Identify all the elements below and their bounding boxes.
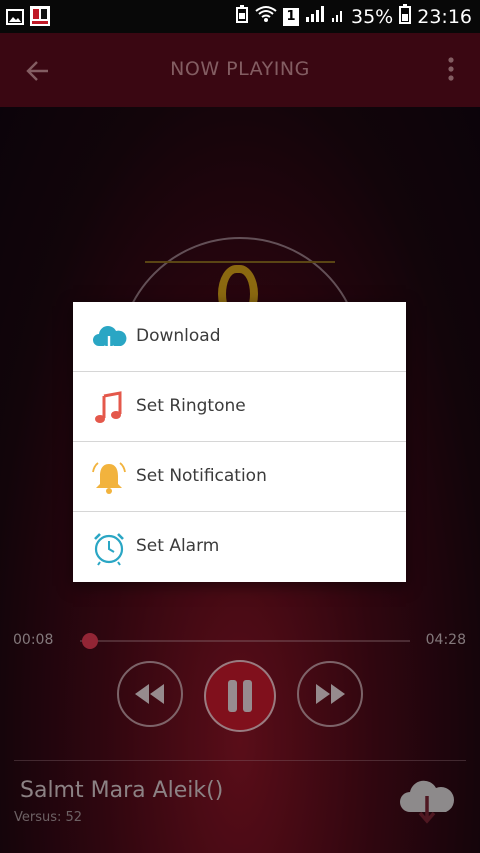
battery-saver-icon (235, 5, 249, 28)
wifi-icon (255, 5, 277, 28)
status-bar: 1 35% 23:16 (0, 0, 480, 33)
app-notification-icon (30, 6, 50, 31)
alarm-clock-icon (91, 530, 127, 566)
menu-item-set-notification[interactable]: Set Notification (73, 442, 406, 512)
sim-badge: 1 (283, 7, 299, 26)
cloud-download-icon (91, 320, 127, 356)
signal-icon (305, 5, 325, 28)
menu-item-label: Download (136, 326, 221, 346)
battery-percent: 35% (351, 5, 394, 28)
menu-item-label: Set Notification (136, 466, 267, 486)
menu-item-set-alarm[interactable]: Set Alarm (73, 512, 406, 582)
signal-secondary-icon (331, 5, 345, 28)
menu-item-label: Set Ringtone (136, 396, 246, 416)
menu-item-label: Set Alarm (136, 536, 220, 556)
music-note-icon (91, 390, 127, 426)
options-dialog: Download Set Ringtone Set Notification S… (73, 302, 406, 582)
gallery-notification-icon (6, 8, 24, 30)
menu-item-download[interactable]: Download (73, 302, 406, 372)
menu-item-set-ringtone[interactable]: Set Ringtone (73, 372, 406, 442)
clock: 23:16 (417, 5, 472, 28)
battery-icon (399, 4, 412, 29)
bell-icon (91, 460, 127, 496)
